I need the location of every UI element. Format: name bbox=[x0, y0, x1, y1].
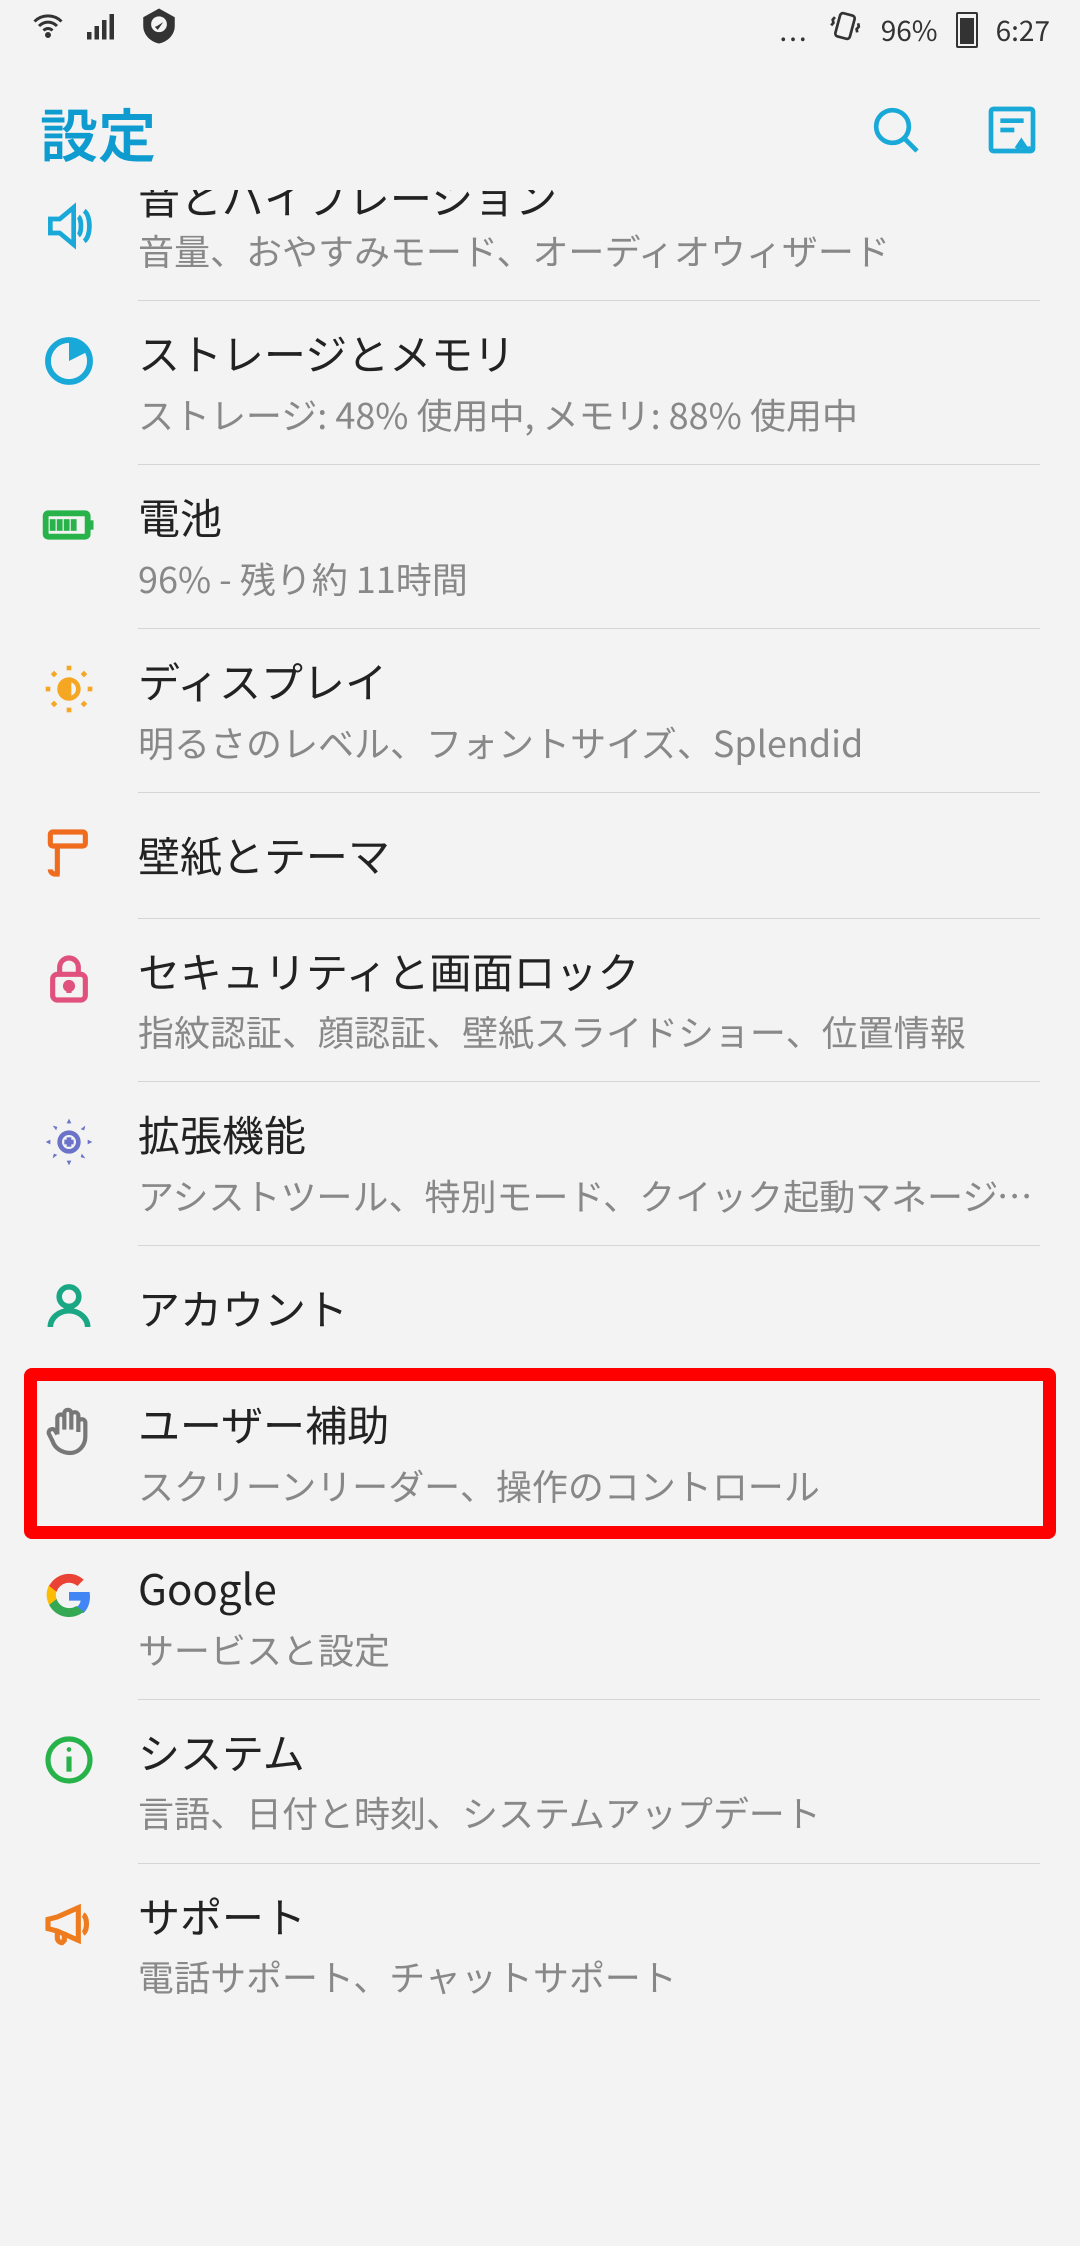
info-icon bbox=[0, 1724, 138, 1788]
settings-item-account[interactable]: アカウント bbox=[0, 1246, 1080, 1371]
item-title: 壁紙とテーマ bbox=[138, 817, 1040, 894]
item-subtitle: ストレージ: 48% 使用中, メモリ: 88% 使用中 bbox=[138, 388, 1040, 440]
page-title: 設定 bbox=[40, 90, 156, 174]
search-icon[interactable] bbox=[868, 102, 924, 163]
settings-item-wallpaper[interactable]: 壁紙とテーマ bbox=[0, 793, 1080, 918]
item-subtitle: 言語、日付と時刻、システムアップデート bbox=[138, 1786, 1040, 1838]
item-subtitle: 96% - 残り約 11時間 bbox=[138, 552, 1040, 604]
lock-icon bbox=[0, 943, 138, 1007]
item-title: セキュリティと画面ロック bbox=[138, 943, 1040, 1000]
item-title: ストレージとメモリ bbox=[138, 325, 1040, 382]
item-subtitle: サービスと設定 bbox=[138, 1623, 1040, 1675]
item-title: ユーザー補助 bbox=[138, 1396, 1040, 1453]
gear-icon bbox=[0, 1106, 138, 1170]
item-subtitle: 電話サポート、チャットサポート bbox=[138, 1950, 1040, 2002]
settings-item-display[interactable]: ディスプレイ 明るさのレベル、フォントサイズ、Splendid bbox=[0, 629, 1080, 792]
item-title: ディスプレイ bbox=[138, 653, 1040, 710]
item-subtitle: アシストツール、特別モード、クイック起動マネージャー bbox=[138, 1169, 1040, 1221]
settings-item-system[interactable]: システム 言語、日付と時刻、システムアップデート bbox=[0, 1700, 1080, 1863]
hand-icon bbox=[0, 1396, 138, 1460]
item-title: Google bbox=[138, 1560, 1040, 1617]
item-title: 電池 bbox=[138, 489, 1040, 546]
settings-list: 音とバイブレーション 音量、おやすみモード、オーディオウィザード ストレージとメ… bbox=[0, 190, 1080, 2026]
item-title: 拡張機能 bbox=[138, 1106, 1040, 1163]
clock: 6:27 bbox=[996, 10, 1050, 50]
item-title: アカウント bbox=[138, 1270, 1040, 1347]
wifi-icon bbox=[30, 8, 66, 53]
signal-icon bbox=[84, 8, 120, 53]
item-subtitle: 指紋認証、顔認証、壁紙スライドショー、位置情報 bbox=[138, 1005, 1040, 1057]
display-icon bbox=[0, 653, 138, 717]
settings-item-storage[interactable]: ストレージとメモリ ストレージ: 48% 使用中, メモリ: 88% 使用中 bbox=[0, 301, 1080, 464]
feedback-icon[interactable] bbox=[984, 102, 1040, 163]
battery-item-icon bbox=[0, 489, 138, 553]
status-bar: ... 96% 6:27 bbox=[0, 0, 1080, 60]
wallpaper-icon bbox=[0, 817, 138, 881]
item-title: システム bbox=[138, 1724, 1040, 1781]
more-indicator: ... bbox=[779, 10, 808, 50]
settings-item-google[interactable]: Google サービスと設定 bbox=[0, 1536, 1080, 1699]
google-icon bbox=[0, 1560, 138, 1624]
sound-icon bbox=[0, 190, 138, 254]
app-header: 設定 bbox=[0, 60, 1080, 208]
megaphone-icon bbox=[0, 1888, 138, 1952]
storage-icon bbox=[0, 325, 138, 389]
settings-item-battery[interactable]: 電池 96% - 残り約 11時間 bbox=[0, 465, 1080, 628]
vibrate-icon bbox=[827, 8, 863, 53]
battery-percent: 96% bbox=[881, 10, 938, 50]
avast-icon bbox=[138, 5, 180, 56]
battery-icon bbox=[956, 12, 978, 48]
settings-item-accessibility[interactable]: ユーザー補助 スクリーンリーダー、操作のコントロール bbox=[0, 1372, 1080, 1535]
item-subtitle: スクリーンリーダー、操作のコントロール bbox=[138, 1459, 1040, 1511]
item-subtitle: 明るさのレベル、フォントサイズ、Splendid bbox=[138, 716, 1040, 768]
item-title: 音とバイブレーション bbox=[138, 190, 1040, 218]
settings-item-sound[interactable]: 音とバイブレーション 音量、おやすみモード、オーディオウィザード bbox=[0, 190, 1080, 300]
item-title: サポート bbox=[138, 1888, 1040, 1945]
settings-item-support[interactable]: サポート 電話サポート、チャットサポート bbox=[0, 1864, 1080, 2027]
settings-item-extensions[interactable]: 拡張機能 アシストツール、特別モード、クイック起動マネージャー bbox=[0, 1082, 1080, 1245]
person-icon bbox=[0, 1270, 138, 1334]
item-subtitle: 音量、おやすみモード、オーディオウィザード bbox=[138, 224, 1040, 276]
settings-item-security[interactable]: セキュリティと画面ロック 指紋認証、顔認証、壁紙スライドショー、位置情報 bbox=[0, 919, 1080, 1082]
